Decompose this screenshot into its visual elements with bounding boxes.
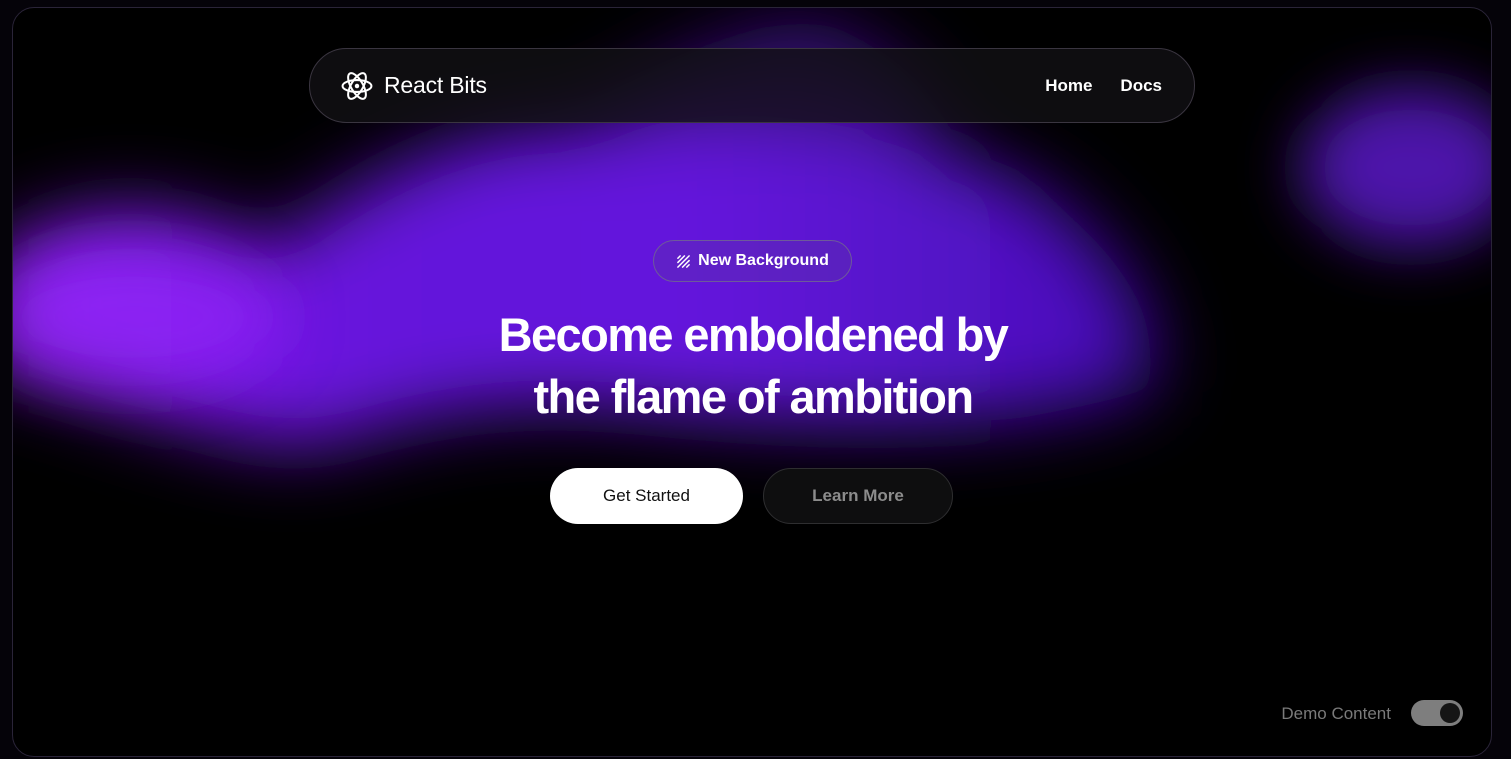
atom-icon	[341, 71, 373, 100]
nav-link-home[interactable]: Home	[1045, 76, 1092, 96]
hero-headline: Become emboldened by the flame of ambiti…	[303, 304, 1203, 428]
learn-more-button[interactable]: Learn More	[763, 468, 953, 524]
headline-line-2: the flame of ambition	[533, 370, 974, 423]
nav-links: Home Docs	[1045, 76, 1162, 96]
nav-link-docs[interactable]: Docs	[1120, 76, 1162, 96]
toggle-knob	[1440, 703, 1460, 723]
demo-content-label: Demo Content	[1281, 704, 1391, 723]
diagonal-stripes-icon	[677, 254, 691, 268]
new-background-badge[interactable]: New Background	[653, 240, 852, 282]
top-navbar: React Bits Home Docs	[309, 48, 1195, 123]
brand[interactable]: React Bits	[340, 69, 487, 103]
app-frame: React Bits Home Docs New Background Beco…	[12, 7, 1492, 757]
brand-name: React Bits	[384, 72, 487, 98]
demo-content-toggle[interactable]	[1411, 700, 1463, 726]
get-started-button[interactable]: Get Started	[550, 468, 743, 524]
badge-label: New Background	[698, 252, 829, 269]
headline-line-1: Become emboldened by	[498, 308, 1009, 361]
